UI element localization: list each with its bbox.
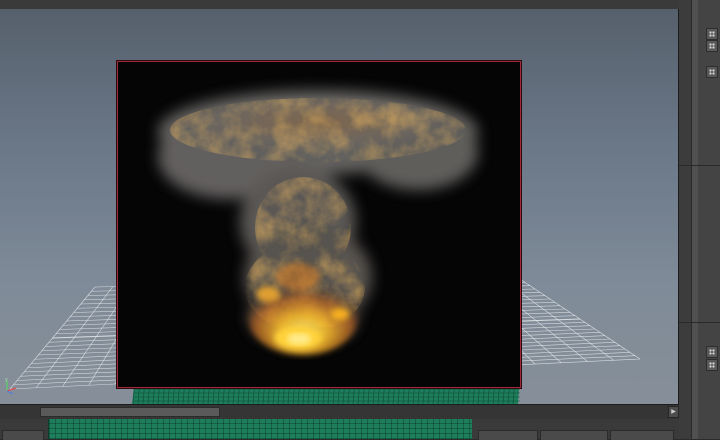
render-frame[interactable] — [117, 61, 521, 388]
explosion-render-image — [118, 62, 520, 387]
side-divider — [679, 322, 720, 323]
right-side-panel — [679, 0, 720, 439]
side-panel-strip — [692, 0, 698, 439]
side-divider — [679, 165, 720, 166]
scrollbar-thumb[interactable] — [40, 407, 220, 417]
panel-toggle-button[interactable] — [706, 359, 718, 371]
perspective-viewport[interactable]: y — [0, 9, 679, 404]
panel-toggle-button[interactable] — [706, 66, 718, 78]
axis-gizmo: y — [3, 375, 23, 395]
side-panel-divider[interactable] — [679, 0, 692, 439]
grid-line — [520, 279, 640, 359]
axis-y-label: y — [5, 377, 8, 383]
scroll-right-arrow[interactable]: ▶ — [668, 406, 679, 418]
panel-toggle-button[interactable] — [706, 28, 718, 40]
ground-mesh-strip — [48, 419, 472, 439]
panel-toggle-button[interactable] — [706, 346, 718, 358]
panel-toggle-button[interactable] — [706, 40, 718, 52]
maya-workspace: y ▶ — [0, 0, 720, 439]
